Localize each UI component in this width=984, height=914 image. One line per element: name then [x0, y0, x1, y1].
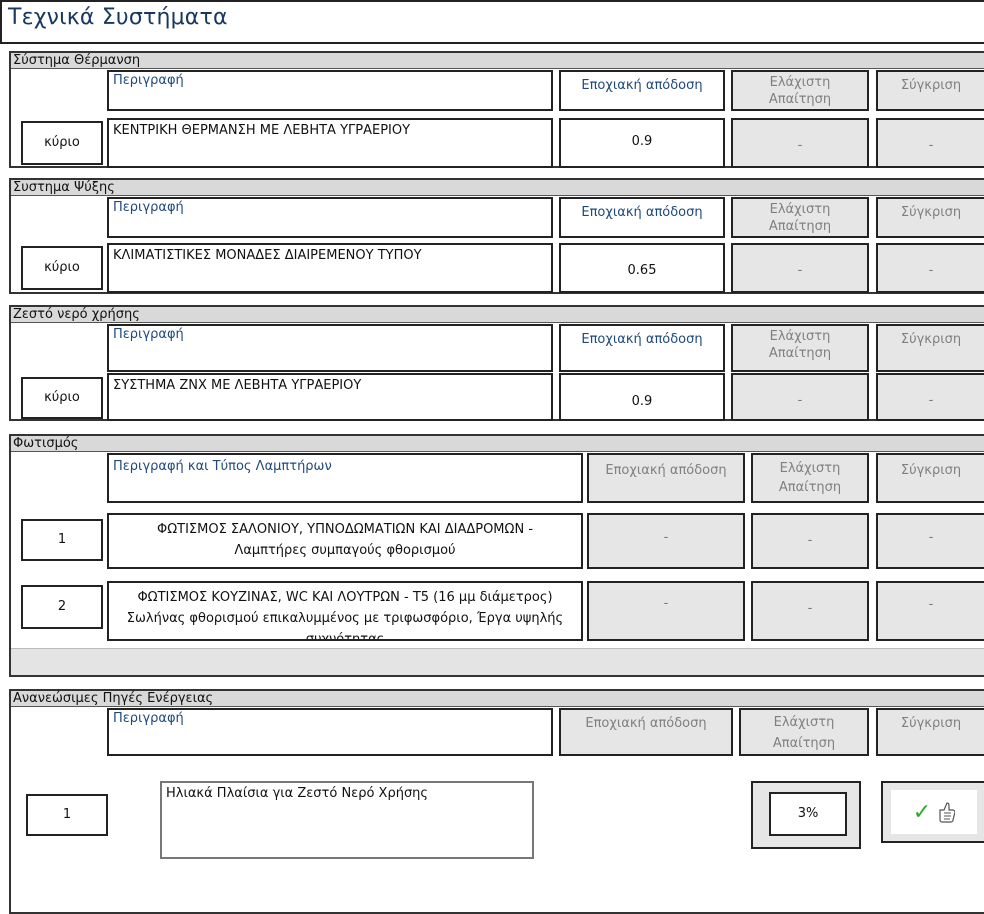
- section-title: Ζεστό νερό χρήσης: [11, 307, 984, 323]
- table-row-comparison: -: [876, 581, 984, 641]
- min-requirement-header-label: Ελάχιστη Απαίτηση: [768, 329, 832, 361]
- row-min-requirement: 3%: [769, 792, 847, 836]
- table-row-efficiency: -: [587, 513, 745, 569]
- min-requirement-header: Ελάχιστη Απαίτηση: [731, 197, 869, 238]
- efficiency-header: Εποχιακή απόδοση: [587, 453, 745, 503]
- description-header: Περιγραφή: [107, 197, 553, 238]
- min-requirement-header-label: Ελάχιστη Απαίτηση: [778, 461, 842, 495]
- description-header: Περιγραφή και Τύπος Λαμπτήρων: [107, 453, 583, 503]
- description-header-label: Περιγραφή: [113, 711, 184, 726]
- comparison-header-label: Σύγκριση: [900, 463, 962, 478]
- description-header-label: Περιγραφή και Τύπος Λαμπτήρων: [113, 459, 332, 474]
- renewables-section: Ανανεώσιμες Πηγές Ενέργειας Περιγραφή Επ…: [9, 689, 984, 914]
- min-requirement-header-label: Ελάχιστη Απαίτηση: [768, 75, 832, 107]
- page-title: Τεχνικά Συστήματα: [8, 5, 228, 30]
- efficiency-header-label: Εποχιακή απόδοση: [581, 78, 703, 93]
- comparison-header-label: Σύγκριση: [900, 205, 962, 220]
- comparison-header-label: Σύγκριση: [900, 78, 962, 93]
- row-efficiency: 0.9: [559, 118, 725, 168]
- table-row-label: 2: [21, 585, 103, 629]
- row-min-requirement: -: [731, 243, 869, 293]
- table-row-min-requirement: -: [751, 581, 869, 641]
- efficiency-header-label: Εποχιακή απόδοση: [581, 205, 703, 220]
- heating-section: Σύστημα Θέρμανση Περιγραφή Εποχιακή απόδ…: [9, 51, 984, 168]
- efficiency-header: Εποχιακή απόδοση: [559, 197, 725, 238]
- description-header: Περιγραφή: [107, 324, 553, 372]
- table-row-efficiency: -: [587, 581, 745, 641]
- row-min-requirement: -: [731, 118, 869, 168]
- check-icon: ✓: [912, 799, 932, 825]
- min-requirement-header: Ελάχιστη Απαίτηση: [739, 708, 869, 756]
- row-label: κύριο: [21, 246, 103, 290]
- min-requirement-header-label: Ελάχιστη Απαίτηση: [772, 715, 836, 751]
- table-row-description: ΦΩΤΙΣΜΟΣ ΣΑΛΟΝΙΟΥ, ΥΠΝΟΔΩΜΑΤΙΩΝ ΚΑΙ ΔΙΑΔ…: [107, 513, 583, 569]
- row-efficiency: 0.65: [559, 243, 725, 293]
- table-row-description: ΦΩΤΙΣΜΟΣ ΚΟΥΖΙΝΑΣ, WC ΚΑΙ ΛΟΥΤΡΩΝ - T5 (…: [107, 581, 583, 641]
- row-description: ΚΛΙΜΑΤΙΣΤΙΚΕΣ ΜΟΝΑΔΕΣ ΔΙΑΙΡΕΜΕΝΟΥ ΤΥΠΟΥ: [107, 243, 553, 293]
- row-min-requirement: -: [731, 373, 869, 421]
- row-comparison: -: [876, 118, 984, 168]
- row-description: Ηλιακά Πλαίσια για Ζεστό Νερό Χρήσης: [160, 781, 534, 859]
- table-row-comparison: -: [876, 513, 984, 569]
- description-header-label: Περιγραφή: [113, 327, 184, 342]
- lighting-section: Φωτισμός Περιγραφή και Τύπος Λαμπτήρων Ε…: [9, 434, 984, 677]
- row-efficiency: 0.9: [559, 373, 725, 421]
- table-row-min-requirement: -: [751, 513, 869, 569]
- section-title: Σύστημα Θέρμανση: [11, 53, 984, 69]
- row-comparison: -: [876, 243, 984, 293]
- row-min-requirement-frame: 3%: [751, 781, 861, 849]
- min-requirement-header: Ελάχιστη Απαίτηση: [751, 453, 869, 503]
- efficiency-header: Εποχιακή απόδοση: [559, 708, 733, 756]
- cooling-section: Συστημα Ψύξης Περιγραφή Εποχιακή απόδοση…: [9, 178, 984, 294]
- efficiency-header: Εποχιακή απόδοση: [559, 324, 725, 372]
- row-comparison-frame: ✓: [881, 781, 984, 843]
- hot-water-section: Ζεστό νερό χρήσης Περιγραφή Εποχιακή από…: [9, 305, 984, 421]
- table-row-label: 1: [21, 519, 103, 561]
- description-header-label: Περιγραφή: [113, 200, 184, 215]
- min-requirement-header: Ελάχιστη Απαίτηση: [731, 70, 869, 111]
- description-header: Περιγραφή: [107, 70, 553, 111]
- comparison-header: Σύγκριση: [876, 197, 984, 238]
- row-comparison: ✓: [891, 790, 977, 834]
- efficiency-header-label: Εποχιακή απόδοση: [585, 716, 707, 731]
- section-title: Συστημα Ψύξης: [11, 180, 984, 196]
- min-requirement-header-label: Ελάχιστη Απαίτηση: [768, 202, 832, 234]
- row-description: ΚΕΝΤΡΙΚΗ ΘΕΡΜΑΝΣΗ ΜΕ ΛΕΒΗΤΑ ΥΓΡΑΕΡΙΟΥ: [107, 118, 553, 168]
- section-title: Φωτισμός: [11, 436, 984, 452]
- efficiency-header-label: Εποχιακή απόδοση: [605, 463, 727, 478]
- page-title-bar: Τεχνικά Συστήματα: [0, 0, 984, 44]
- efficiency-header: Εποχιακή απόδοση: [559, 70, 725, 111]
- comparison-header-label: Σύγκριση: [900, 716, 962, 731]
- section-footer: [11, 648, 984, 675]
- description-header: Περιγραφή: [107, 708, 553, 756]
- description-header-label: Περιγραφή: [113, 73, 184, 88]
- row-description: ΣΥΣΤΗΜΑ ΖΝΧ ΜΕ ΛΕΒΗΤΑ ΥΓΡΑΕΡΙΟΥ: [107, 373, 553, 421]
- comparison-header: Σύγκριση: [876, 324, 984, 372]
- comparison-header: Σύγκριση: [876, 70, 984, 111]
- row-label: κύριο: [21, 377, 103, 419]
- comparison-header: Σύγκριση: [876, 708, 984, 756]
- comparison-header: Σύγκριση: [876, 453, 984, 503]
- thumbs-up-icon: [939, 802, 956, 823]
- row-label: κύριο: [21, 121, 103, 165]
- row-comparison: -: [876, 373, 984, 421]
- min-requirement-header: Ελάχιστη Απαίτηση: [731, 324, 869, 372]
- section-title: Ανανεώσιμες Πηγές Ενέργειας: [11, 691, 984, 707]
- efficiency-header-label: Εποχιακή απόδοση: [581, 332, 703, 347]
- row-label: 1: [26, 794, 108, 836]
- comparison-header-label: Σύγκριση: [900, 332, 962, 347]
